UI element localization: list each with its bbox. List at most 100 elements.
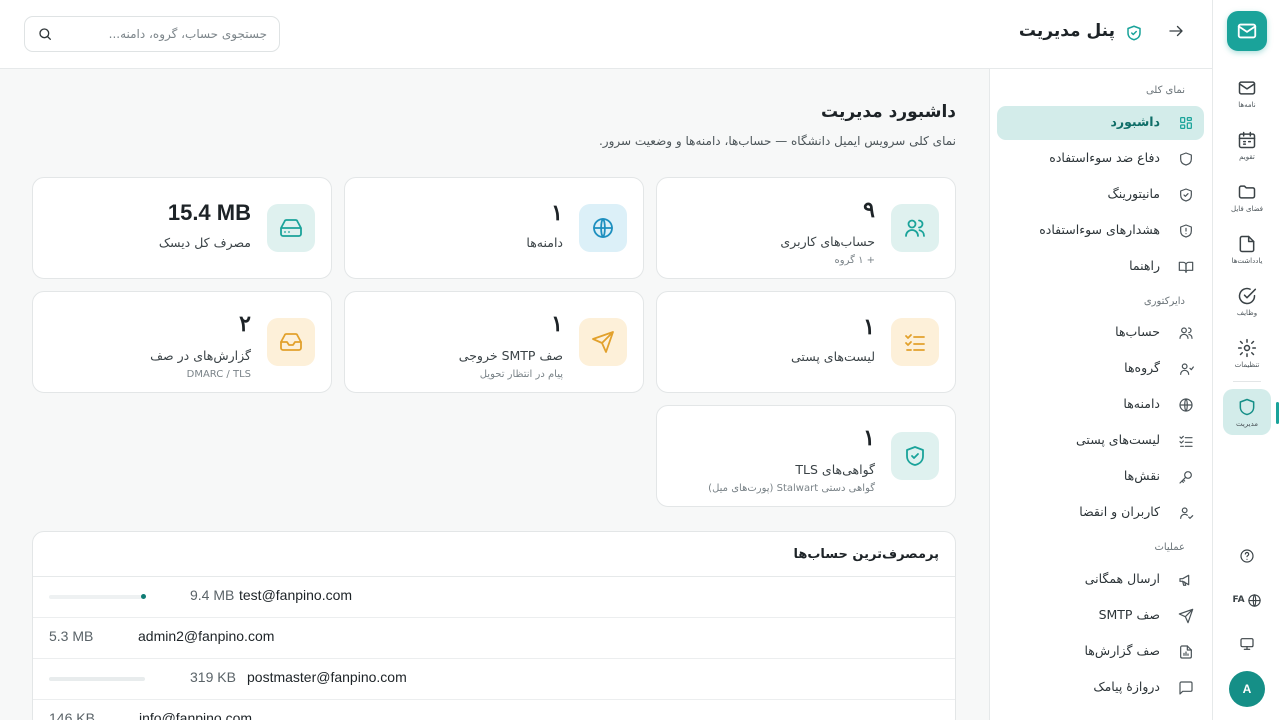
nav-roles[interactable]: نقش‌ها [997, 460, 1204, 494]
shield-alert-icon [1178, 223, 1194, 239]
list-checks-icon [891, 318, 939, 366]
app-logo[interactable] [1227, 11, 1267, 51]
globe-icon [1178, 397, 1194, 413]
rail-settings-label: تنظیمات [1234, 360, 1260, 369]
rail-notes-label: یادداشت‌ها [1231, 256, 1263, 265]
search-box[interactable] [24, 16, 280, 52]
nav-guide[interactable]: راهنما [997, 250, 1204, 284]
shield-icon [1237, 397, 1257, 417]
app-rail: نامه‌ها تقویم فضای فایل یادداشت‌ها وظایف… [1212, 0, 1280, 720]
list-checks-icon [1178, 433, 1194, 449]
theme-display-button[interactable] [1223, 630, 1271, 658]
nav-mailing-lists[interactable]: لیست‌های پستی [997, 424, 1204, 458]
table-row[interactable]: info@fanpino.com 146 KB [33, 700, 955, 720]
stat-label: حساب‌های کاربری [780, 234, 875, 249]
calendar-icon [1237, 130, 1257, 150]
section-title-directory: دایرکتوری [1143, 296, 1185, 307]
gear-icon [1237, 338, 1257, 358]
send-icon [1178, 608, 1194, 624]
globe-icon [579, 204, 627, 252]
section-title-operations: عملیات [1154, 542, 1185, 553]
language-code: FA [1232, 595, 1245, 605]
user-group-icon [1178, 361, 1194, 377]
megaphone-icon [1178, 572, 1194, 588]
folder-icon [1237, 182, 1257, 202]
search-input[interactable] [37, 27, 267, 41]
rail-mail[interactable]: نامه‌ها [1223, 70, 1271, 116]
account-email: postmaster@fanpino.com [247, 669, 407, 685]
rail-tasks-label: وظایف [1236, 308, 1258, 317]
stat-card-smtp-queue[interactable]: ۱ صف SMTP خروجی پیام در انتظار تحویل [344, 291, 644, 393]
send-icon [579, 318, 627, 366]
stat-value: ۱ [863, 314, 875, 339]
rail-settings[interactable]: تنظیمات [1223, 330, 1271, 376]
stat-card-report-queue[interactable]: ۲ گزارش‌های در صف DMARC / TLS [32, 291, 332, 393]
nav-label: حساب‌ها [1115, 324, 1160, 339]
stat-label: گواهی‌های TLS [795, 462, 875, 477]
nav-label: داشبورد [1110, 114, 1160, 129]
nav-smtp-queue[interactable]: صف SMTP [997, 599, 1204, 633]
nav-label: ارسال همگانی [1084, 571, 1160, 586]
language-switch[interactable]: FA [1223, 586, 1271, 614]
usage-bar [49, 677, 145, 681]
nav-label: مانیتورینگ [1107, 186, 1160, 201]
file-chart-icon [1178, 644, 1194, 660]
rail-calendar[interactable]: تقویم [1223, 122, 1271, 168]
nav-report-queue[interactable]: صف گزارش‌ها [997, 635, 1204, 669]
rail-admin[interactable]: مدیریت [1223, 389, 1271, 435]
key-icon [1178, 469, 1194, 485]
stat-subtext: گواهی دستی Stalwart (پورت‌های میل) [708, 483, 875, 494]
stat-card-tls[interactable]: ۱ گواهی‌های TLS گواهی دستی Stalwart (پور… [656, 405, 956, 507]
nav-accounts[interactable]: حساب‌ها [997, 316, 1204, 350]
account-size: 9.4 MB [190, 587, 235, 603]
shield-check-icon [1125, 23, 1143, 43]
nav-domains[interactable]: دامنه‌ها [997, 388, 1204, 422]
nav-label: کاربران و انقضا [1079, 504, 1160, 519]
rail-files[interactable]: فضای فایل [1223, 174, 1271, 220]
table-row[interactable]: postmaster@fanpino.com 319 KB [33, 659, 955, 700]
table-row[interactable]: admin2@fanpino.com 5.3 MB [33, 618, 955, 659]
inbox-icon [267, 318, 315, 366]
nav-abuse-defense[interactable]: دفاع ضد سوءاستفاده [997, 142, 1204, 176]
rail-calendar-label: تقویم [1239, 152, 1255, 161]
page-title: پنل مدیریت [1018, 21, 1115, 41]
nav-users-expiry[interactable]: کاربران و انقضا [997, 496, 1204, 530]
nav-groups[interactable]: گروه‌ها [997, 352, 1204, 386]
shield-check-icon [1178, 187, 1194, 203]
nav-label: هشدارهای سوءاستفاده [1039, 222, 1160, 237]
user-avatar[interactable]: A [1229, 671, 1265, 707]
help-circle-icon [1239, 548, 1255, 564]
stat-card-mailing-lists[interactable]: ۱ لیست‌های پستی [656, 291, 956, 393]
top-accounts-panel: پرمصرف‌ترین حساب‌ها test@fanpino.com 9.4… [32, 531, 956, 720]
rail-admin-label: مدیریت [1235, 419, 1259, 428]
users-icon [1178, 325, 1194, 341]
help-button[interactable] [1223, 542, 1271, 570]
nav-label: صف گزارش‌ها [1084, 643, 1160, 658]
globe-icon [1247, 593, 1262, 608]
nav-abuse-alerts[interactable]: هشدارهای سوءاستفاده [997, 214, 1204, 248]
nav-label: نقش‌ها [1123, 468, 1160, 483]
account-email: info@fanpino.com [139, 710, 253, 720]
account-email: admin2@fanpino.com [138, 628, 275, 644]
table-row[interactable]: test@fanpino.com 9.4 MB [33, 577, 955, 618]
message-square-icon [1178, 680, 1194, 696]
panel-title: پرمصرف‌ترین حساب‌ها [33, 532, 955, 577]
section-title-overview: نمای کلی [1145, 85, 1185, 96]
check-circle-icon [1237, 286, 1257, 306]
stat-card-disk[interactable]: 15.4 MB مصرف کل دیسک [32, 177, 332, 279]
rail-tasks[interactable]: وظایف [1223, 278, 1271, 324]
account-size: 5.3 MB [49, 628, 94, 644]
stat-card-accounts[interactable]: ۹ حساب‌های کاربری + ۱ گروه [656, 177, 956, 279]
back-arrow-icon[interactable] [1167, 22, 1185, 40]
stat-label: گزارش‌های در صف [150, 348, 251, 363]
nav-monitoring[interactable]: مانیتورینگ [997, 178, 1204, 212]
stat-value: 15.4 MB [167, 200, 251, 225]
stat-card-domains[interactable]: ۱ دامنه‌ها [344, 177, 644, 279]
stat-label: صف SMTP خروجی [458, 348, 563, 363]
mail-logo-icon [1236, 20, 1258, 42]
nav-broadcast[interactable]: ارسال همگانی [997, 563, 1204, 597]
nav-dashboard[interactable]: داشبورد [997, 106, 1204, 140]
rail-notes[interactable]: یادداشت‌ها [1223, 226, 1271, 272]
nav-label: لیست‌های پستی [1076, 432, 1160, 447]
nav-sms-gateway[interactable]: دروازهٔ پیامک [997, 671, 1204, 705]
